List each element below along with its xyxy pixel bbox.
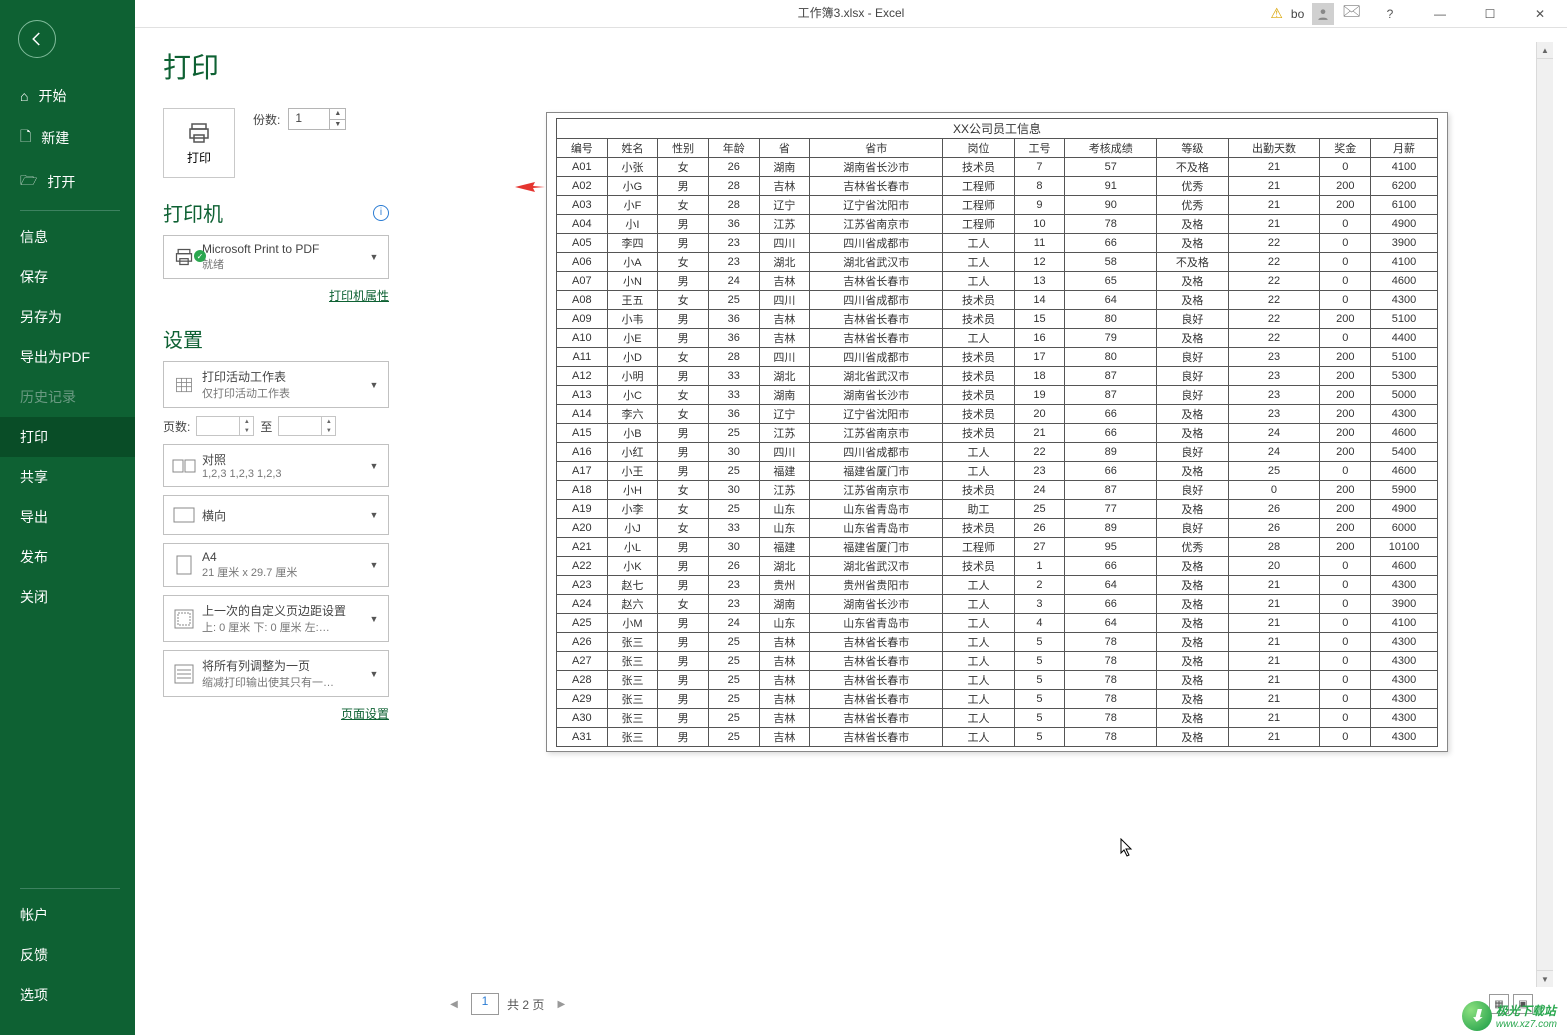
page-to-spinner[interactable]: ▲▼ [278, 416, 336, 436]
scroll-up-icon[interactable]: ▲ [1537, 42, 1553, 59]
print-what-dropdown[interactable]: 打印活动工作表仅打印活动工作表 ▼ [163, 361, 389, 408]
share-ribbon-icon[interactable]: 🖂 [1342, 0, 1361, 27]
orientation-dropdown[interactable]: 横向 ▼ [163, 495, 389, 535]
printer-properties-link[interactable]: 打印机属性 [163, 287, 389, 304]
nav-export-pdf[interactable]: 导出为PDF [0, 337, 135, 377]
print-preview: XX公司员工信息编号姓名性别年龄省省市岗位工号考核成绩等级出勤天数奖金月薪A01… [403, 28, 1567, 1035]
settings-heading: 设置 [163, 324, 389, 353]
chevron-down-icon: ▼ [366, 614, 382, 624]
next-page-button[interactable]: ▶ [552, 993, 570, 1015]
page-from-spinner[interactable]: ▲▼ [196, 416, 254, 436]
page-navigation: ◀ 1 共 2 页 ▶ ▦ ▣ [441, 987, 1553, 1021]
nav-history: 历史记录 [0, 377, 135, 417]
scale-dropdown[interactable]: 将所有列调整为一页缩减打印输出使其只有一… ▼ [163, 650, 389, 697]
nav-share[interactable]: 共享 [0, 457, 135, 497]
user-name: bo [1291, 7, 1304, 21]
nav-close[interactable]: 关闭 [0, 577, 135, 617]
chevron-down-icon: ▼ [366, 510, 382, 520]
backstage-sidebar: ⌂开始 🗋新建 🗁打开 信息 保存 另存为 导出为PDF 历史记录 打印 共享 … [0, 0, 135, 1035]
nav-new[interactable]: 🗋新建 [0, 116, 135, 160]
nav-saveas[interactable]: 另存为 [0, 297, 135, 337]
sheet-icon [170, 375, 198, 395]
preview-table: XX公司员工信息编号姓名性别年龄省省市岗位工号考核成绩等级出勤天数奖金月薪A01… [556, 118, 1438, 747]
margins-icon [170, 609, 198, 629]
watermark: ⬇ 极光下载站 www.xz7.com [1462, 1001, 1557, 1031]
paper-dropdown[interactable]: A421 厘米 x 29.7 厘米 ▼ [163, 543, 389, 587]
landscape-icon [170, 507, 198, 523]
maximize-button[interactable]: ☐ [1469, 1, 1511, 27]
print-button[interactable]: 打印 [163, 108, 235, 178]
check-icon: ✓ [194, 250, 206, 262]
watermark-logo-icon: ⬇ [1462, 1001, 1492, 1031]
printer-icon [185, 121, 213, 145]
home-icon: ⌂ [20, 88, 28, 104]
warning-icon[interactable]: ⚠ [1270, 5, 1283, 22]
nav-export[interactable]: 导出 [0, 497, 135, 537]
nav-info[interactable]: 信息 [0, 217, 135, 257]
page-to-label: 至 [260, 418, 272, 435]
chevron-down-icon: ▼ [366, 252, 382, 262]
page-icon [170, 555, 198, 575]
window-title: 工作簿3.xlsx - Excel [798, 4, 905, 21]
info-icon[interactable]: i [373, 205, 389, 221]
scroll-down-icon[interactable]: ▼ [1537, 970, 1553, 987]
collate-icon [170, 457, 198, 475]
printer-dropdown[interactable]: ✓ Microsoft Print to PDF就绪 ▼ [163, 235, 389, 279]
margins-dropdown[interactable]: 上一次的自定义页边距设置上: 0 厘米 下: 0 厘米 左:… ▼ [163, 595, 389, 642]
user-avatar[interactable] [1312, 3, 1334, 25]
file-icon: 🗋 [20, 126, 31, 150]
copies-spinner[interactable]: 1 ▲▼ [288, 108, 346, 130]
nav-save[interactable]: 保存 [0, 257, 135, 297]
collate-dropdown[interactable]: 对照1,2,3 1,2,3 1,2,3 ▼ [163, 444, 389, 487]
page-setup-link[interactable]: 页面设置 [163, 705, 389, 722]
titlebar: 工作簿3.xlsx - Excel ⚠ bo 🖂 ? — ☐ ✕ [135, 0, 1567, 28]
nav-start[interactable]: ⌂开始 [0, 76, 135, 116]
red-arrow-annotation [515, 179, 545, 195]
chevron-down-icon: ▼ [366, 461, 382, 471]
nav-publish[interactable]: 发布 [0, 537, 135, 577]
close-button[interactable]: ✕ [1519, 1, 1561, 27]
page-title: 打印 [163, 46, 389, 86]
nav-print[interactable]: 打印 [0, 417, 135, 457]
folder-open-icon: 🗁 [20, 170, 37, 194]
nav-open[interactable]: 🗁打开 [0, 160, 135, 204]
total-pages-label: 共 2 页 [507, 996, 544, 1013]
vertical-scrollbar[interactable]: ▲ ▼ [1536, 42, 1553, 987]
nav-options[interactable]: 选项 [0, 975, 135, 1015]
prev-page-button[interactable]: ◀ [445, 993, 463, 1015]
printer-small-icon: ✓ [170, 247, 198, 267]
chevron-down-icon: ▼ [366, 560, 382, 570]
fit-icon [170, 664, 198, 684]
nav-feedback[interactable]: 反馈 [0, 935, 135, 975]
current-page-input[interactable]: 1 [471, 993, 499, 1015]
back-button[interactable] [18, 20, 56, 58]
minimize-button[interactable]: — [1419, 1, 1461, 27]
pages-label: 页数: [163, 418, 190, 435]
preview-page: XX公司员工信息编号姓名性别年龄省省市岗位工号考核成绩等级出勤天数奖金月薪A01… [546, 112, 1448, 752]
chevron-down-icon: ▼ [366, 380, 382, 390]
copies-label: 份数: [253, 111, 280, 128]
chevron-down-icon: ▼ [366, 669, 382, 679]
nav-account[interactable]: 帐户 [0, 895, 135, 935]
help-button[interactable]: ? [1369, 1, 1411, 27]
printer-heading: 打印机 [163, 198, 223, 227]
